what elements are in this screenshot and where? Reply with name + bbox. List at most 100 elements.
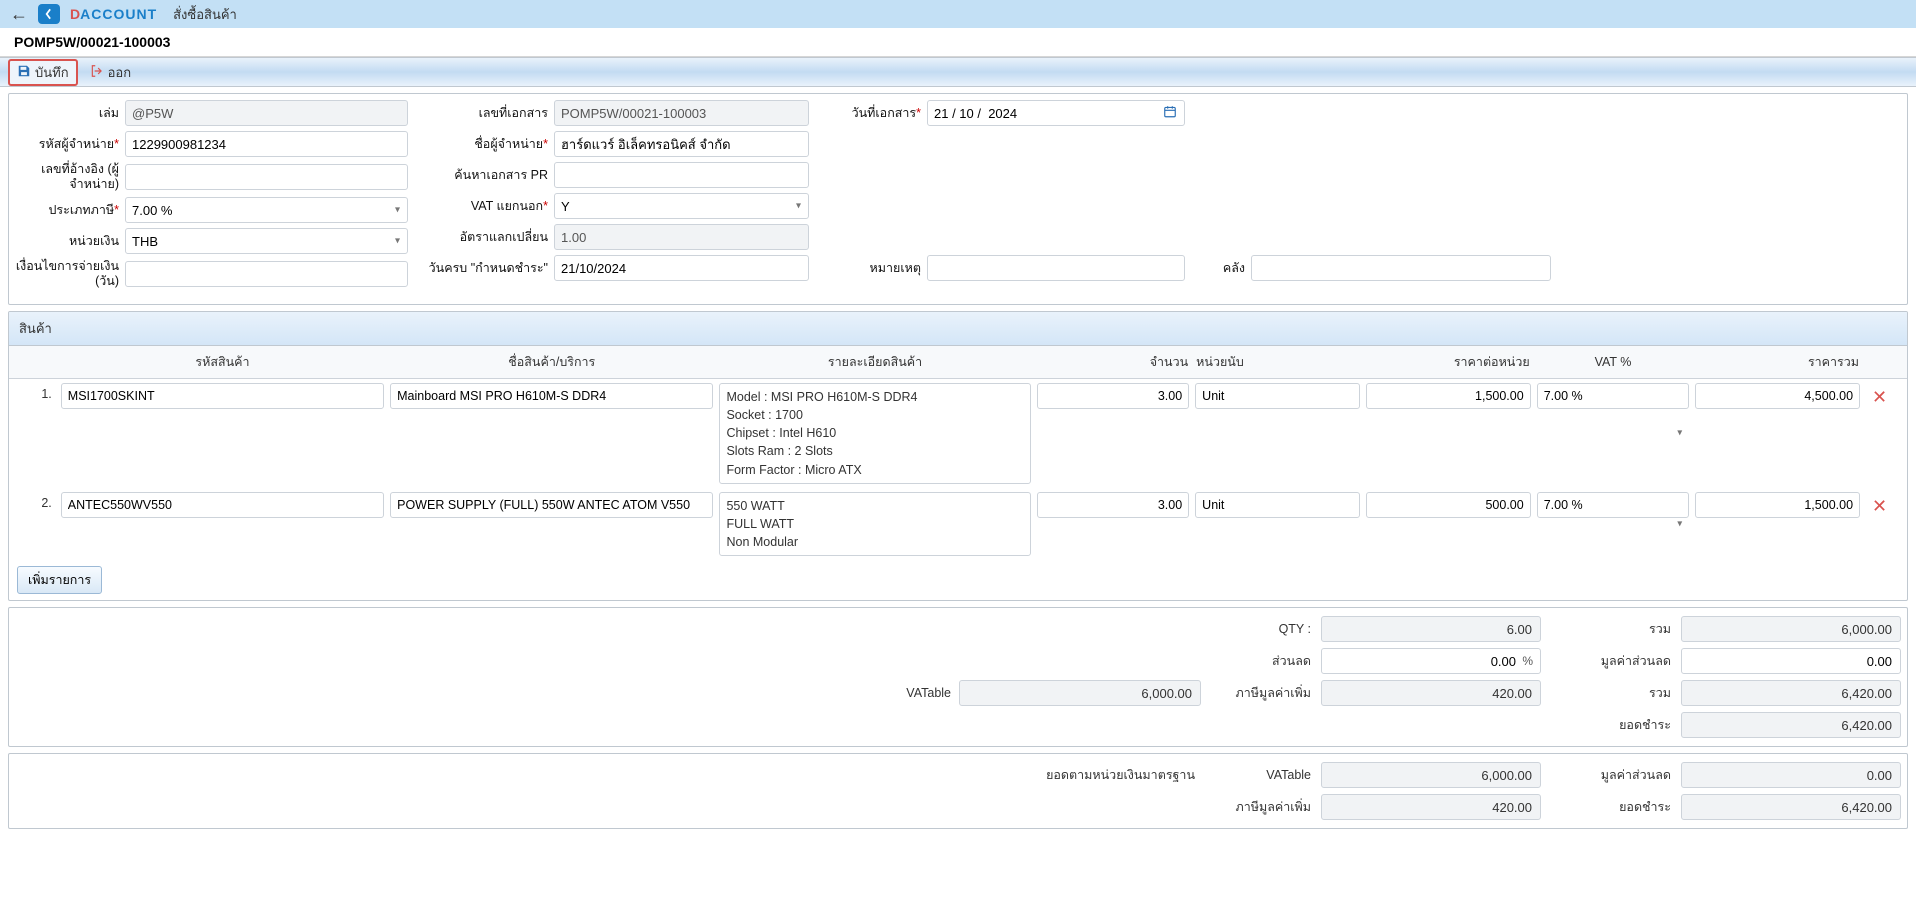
discount-amt-input[interactable] bbox=[1681, 648, 1901, 674]
save-icon bbox=[17, 64, 31, 81]
item-code-input[interactable] bbox=[61, 383, 384, 409]
th-detail: รายละเอียดสินค้า bbox=[716, 346, 1033, 379]
discount-input[interactable] bbox=[1321, 648, 1541, 674]
std-vatable-value bbox=[1321, 762, 1541, 788]
delete-row-icon[interactable]: ✕ bbox=[1866, 492, 1893, 521]
std-vatable-label: VATable bbox=[1211, 768, 1311, 782]
back-arrow-icon[interactable]: ← bbox=[10, 4, 28, 25]
brand-d: D bbox=[70, 6, 80, 22]
book-input bbox=[125, 100, 408, 126]
std-vat-amt-label: ภาษีมูลค่าเพิ่ม bbox=[1211, 797, 1311, 817]
item-vat-select[interactable] bbox=[1537, 383, 1690, 409]
totals-panel: QTY : รวม ส่วนลด % มูลค่าส่วนลด VATable … bbox=[8, 607, 1908, 747]
currency-label: หน่วยเงิน bbox=[13, 231, 125, 251]
exit-label: ออก bbox=[108, 62, 132, 83]
total2-label: รวม bbox=[1551, 683, 1671, 703]
doc-number-row: POMP5W/00021-100003 bbox=[0, 28, 1916, 57]
std-vat-amt-value bbox=[1321, 794, 1541, 820]
item-detail-box[interactable]: Model : MSI PRO H610M-S DDR4 Socket : 17… bbox=[719, 383, 1030, 484]
save-label: บันทึก bbox=[35, 62, 69, 83]
th-vat: VAT % bbox=[1534, 346, 1693, 379]
std-title: ยอดตามหน่วยเงินมาตรฐาน bbox=[15, 765, 1201, 785]
top-bar: ← DACCOUNT สั่งซื้อสินค้า bbox=[0, 0, 1916, 28]
due-input[interactable] bbox=[554, 255, 809, 281]
item-amount-input[interactable] bbox=[1695, 383, 1860, 409]
item-price-input[interactable] bbox=[1366, 492, 1531, 518]
pr-search-label: ค้นหาเอกสาร PR bbox=[414, 165, 554, 185]
exit-button[interactable]: ออก bbox=[82, 60, 140, 85]
table-row: 1. Model : MSI PRO H610M-S DDR4 Socket :… bbox=[9, 379, 1907, 488]
form-col2: เลขที่เอกสาร ชื่อผู้จำหน่าย* ค้นหาเอกสาร… bbox=[414, 100, 809, 294]
form-col4: คลัง bbox=[1191, 100, 1551, 294]
action-bar: บันทึก ออก bbox=[0, 57, 1916, 87]
save-button[interactable]: บันทึก bbox=[8, 59, 78, 86]
exit-icon bbox=[90, 64, 104, 81]
logo-icon bbox=[38, 4, 60, 24]
remark-label: หมายเหตุ bbox=[815, 258, 927, 278]
item-amount-input[interactable] bbox=[1695, 492, 1860, 518]
vendor-code-input[interactable] bbox=[125, 131, 408, 157]
item-unit-input[interactable] bbox=[1195, 383, 1360, 409]
items-header: สินค้า bbox=[9, 312, 1907, 346]
row-number: 1. bbox=[9, 379, 58, 488]
docno-label: เลขที่เอกสาร bbox=[414, 103, 554, 123]
items-panel: สินค้า รหัสสินค้า ชื่อสินค้า/บริการ รายล… bbox=[8, 311, 1908, 601]
balance-label: ยอดชำระ bbox=[1551, 715, 1671, 735]
currency-select[interactable] bbox=[125, 228, 408, 254]
docdate-input[interactable] bbox=[927, 100, 1185, 126]
vat-sep-select[interactable] bbox=[554, 193, 809, 219]
docno-input bbox=[554, 100, 809, 126]
header-form-panel: เล่ม รหัสผู้จำหน่าย* เลขที่อ้างอิง (ผู้จ… bbox=[8, 93, 1908, 305]
item-qty-input[interactable] bbox=[1037, 383, 1190, 409]
tax-type-select[interactable] bbox=[125, 197, 408, 223]
doc-number: POMP5W/00021-100003 bbox=[14, 34, 170, 50]
balance-value bbox=[1681, 712, 1901, 738]
brand-text: DACCOUNT bbox=[70, 6, 157, 22]
rate-input bbox=[554, 224, 809, 250]
item-code-input[interactable] bbox=[61, 492, 384, 518]
ref-label: เลขที่อ้างอิง (ผู้จำหน่าย) bbox=[13, 162, 125, 192]
th-unit: หน่วยนับ bbox=[1192, 346, 1363, 379]
row-number: 2. bbox=[9, 488, 58, 560]
vendor-name-input[interactable] bbox=[554, 131, 809, 157]
item-unit-input[interactable] bbox=[1195, 492, 1360, 518]
page-title: สั่งซื้อสินค้า bbox=[173, 4, 237, 25]
tax-type-label: ประเภทภาษี* bbox=[13, 200, 125, 220]
vatable-value bbox=[959, 680, 1201, 706]
th-name: ชื่อสินค้า/บริการ bbox=[387, 346, 716, 379]
std-balance-value bbox=[1681, 794, 1901, 820]
ref-input[interactable] bbox=[125, 164, 408, 190]
form-col3: วันที่เอกสาร* หมายเหตุ bbox=[815, 100, 1185, 294]
sum-total bbox=[1681, 616, 1901, 642]
item-qty-input[interactable] bbox=[1037, 492, 1190, 518]
item-vat-select[interactable] bbox=[1537, 492, 1690, 518]
item-price-input[interactable] bbox=[1366, 383, 1531, 409]
item-name-input[interactable] bbox=[390, 492, 713, 518]
std-currency-panel: ยอดตามหน่วยเงินมาตรฐาน VATable มูลค่าส่ว… bbox=[8, 753, 1908, 829]
percent-icon: % bbox=[1522, 654, 1533, 668]
th-amount: ราคารวม bbox=[1692, 346, 1863, 379]
vatable-label: VATable bbox=[871, 686, 951, 700]
vendor-code-label: รหัสผู้จำหน่าย* bbox=[13, 134, 125, 154]
discount-amt-label: มูลค่าส่วนลด bbox=[1551, 651, 1671, 671]
wh-input[interactable] bbox=[1251, 255, 1551, 281]
docdate-label: วันที่เอกสาร* bbox=[815, 103, 927, 123]
th-price: ราคาต่อหน่วย bbox=[1363, 346, 1534, 379]
terms-input[interactable] bbox=[125, 261, 408, 287]
form-col1: เล่ม รหัสผู้จำหน่าย* เลขที่อ้างอิง (ผู้จ… bbox=[13, 100, 408, 294]
due-label: วันครบ "กำหนดชำระ" bbox=[414, 258, 554, 278]
item-name-input[interactable] bbox=[390, 383, 713, 409]
item-detail-box[interactable]: 550 WATT FULL WATT Non Modular bbox=[719, 492, 1030, 556]
pr-search-input[interactable] bbox=[554, 162, 809, 188]
add-row-button[interactable]: เพิ่มรายการ bbox=[17, 566, 102, 594]
total2-value bbox=[1681, 680, 1901, 706]
remark-input[interactable] bbox=[927, 255, 1185, 281]
vat-amt-value bbox=[1321, 680, 1541, 706]
vendor-name-label: ชื่อผู้จำหน่าย* bbox=[414, 134, 554, 154]
items-header-row: รหัสสินค้า ชื่อสินค้า/บริการ รายละเอียดส… bbox=[9, 346, 1907, 379]
std-balance-label: ยอดชำระ bbox=[1551, 797, 1671, 817]
book-label: เล่ม bbox=[13, 103, 125, 123]
vat-sep-label: VAT แยกนอก* bbox=[414, 196, 554, 216]
std-discount-amt-label: มูลค่าส่วนลด bbox=[1551, 765, 1671, 785]
delete-row-icon[interactable]: ✕ bbox=[1866, 383, 1893, 412]
